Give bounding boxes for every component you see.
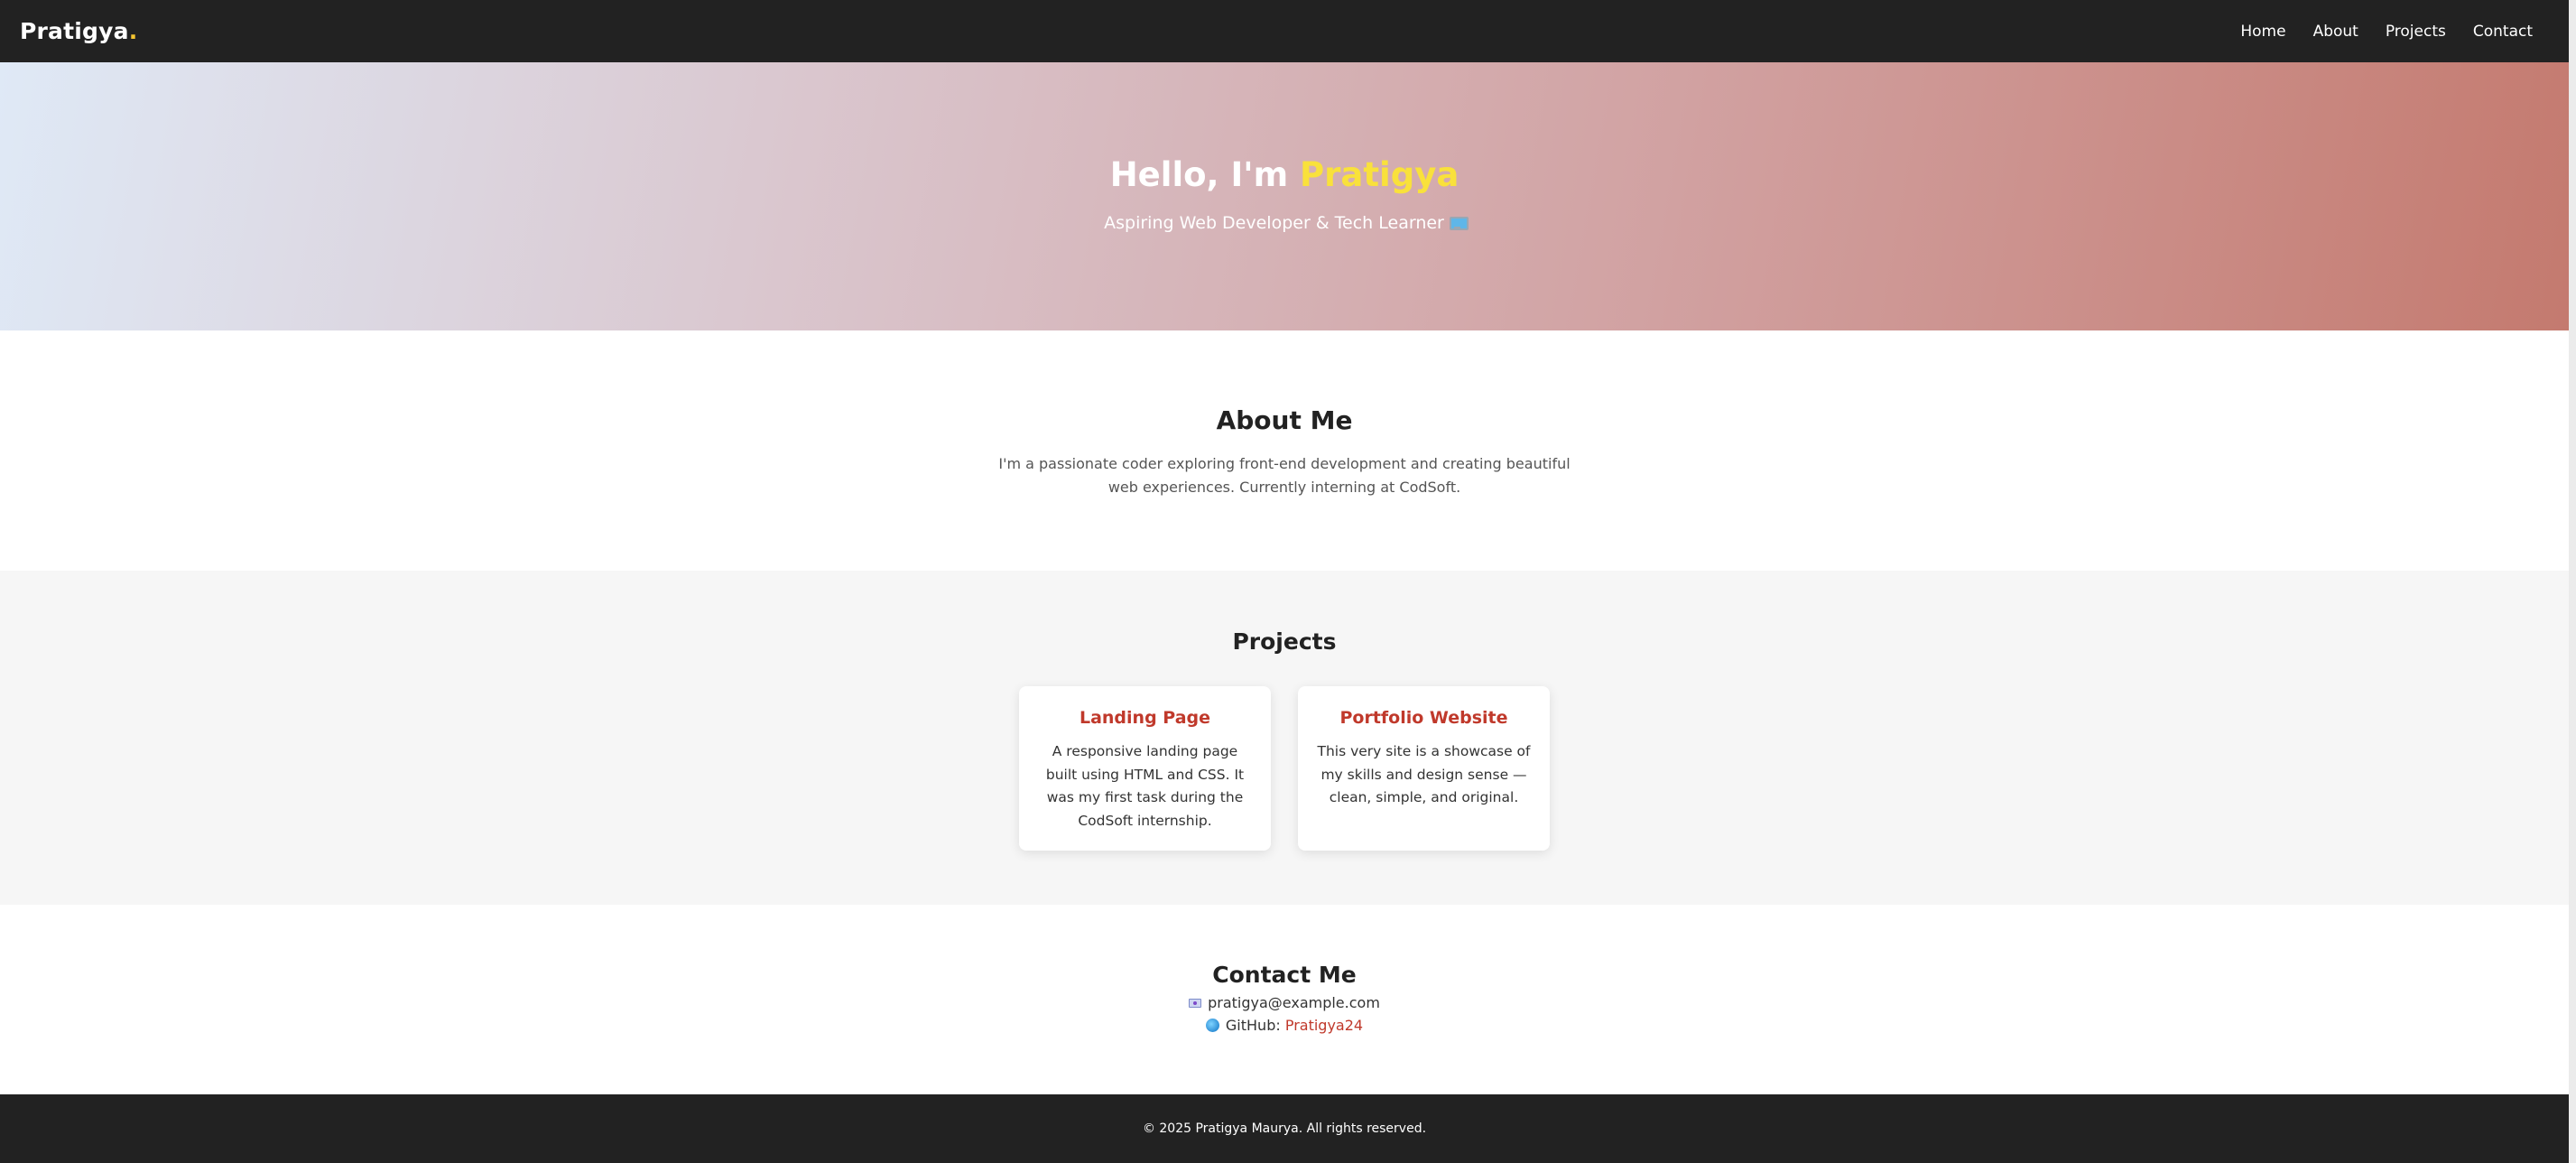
hero-subtitle-text: Aspiring Web Developer & Tech Learner bbox=[1104, 213, 1444, 233]
page-scrollbar[interactable] bbox=[2569, 0, 2576, 1163]
projects-section: Projects Landing Page A responsive landi… bbox=[0, 571, 2569, 905]
contact-title: Contact Me bbox=[1212, 962, 1357, 988]
hero-name: Pratigya bbox=[1300, 155, 1459, 194]
nav-link-about[interactable]: About bbox=[2313, 23, 2358, 41]
computer-icon bbox=[1449, 217, 1469, 230]
email-icon bbox=[1189, 999, 1202, 1008]
about-text: I'm a passionate coder exploring front-e… bbox=[998, 455, 1571, 496]
globe-icon bbox=[1205, 1019, 1219, 1032]
contact-section: Contact Me pratigya@example.com GitHub: … bbox=[0, 905, 2569, 1094]
brand-logo[interactable]: Pratigya. bbox=[20, 18, 137, 44]
nav-link-home[interactable]: Home bbox=[2240, 23, 2285, 41]
project-card-description: This very site is a showcase of my skill… bbox=[1317, 743, 1531, 805]
brand-dot: . bbox=[128, 18, 138, 44]
navbar: Pratigya. Home About Projects Contact bbox=[0, 0, 2569, 62]
github-link[interactable]: Pratigya24 bbox=[1285, 1017, 1363, 1034]
contact-email: pratigya@example.com bbox=[1208, 994, 1380, 1011]
contact-email-line: pratigya@example.com bbox=[0, 994, 2569, 1011]
project-card-description: A responsive landing page built using HT… bbox=[1045, 743, 1245, 829]
project-card-title: Landing Page bbox=[1079, 708, 1211, 728]
footer-text: © 2025 Pratigya Maurya. All rights reser… bbox=[1142, 1121, 1427, 1136]
project-cards: Landing Page A responsive landing page b… bbox=[0, 686, 2569, 851]
project-card-title: Portfolio Website bbox=[1339, 708, 1508, 728]
page: Pratigya. Home About Projects Contact He… bbox=[0, 0, 2576, 1163]
projects-title: Projects bbox=[1232, 628, 1337, 655]
hero-greeting: Hello, I'm bbox=[1109, 155, 1301, 194]
about-section: About Me I'm a passionate coder explorin… bbox=[0, 330, 2569, 571]
project-card-portfolio-website: Portfolio Website This very site is a sh… bbox=[1298, 686, 1550, 851]
nav-link-contact[interactable]: Contact bbox=[2473, 23, 2533, 41]
hero-title: Hello, I'm Pratigya bbox=[0, 155, 2569, 194]
github-label: GitHub: bbox=[1225, 1017, 1285, 1034]
project-card-landing-page: Landing Page A responsive landing page b… bbox=[1019, 686, 1271, 851]
footer: © 2025 Pratigya Maurya. All rights reser… bbox=[0, 1094, 2569, 1163]
nav-links: Home About Projects Contact bbox=[2240, 23, 2533, 41]
hero-section: Hello, I'm Pratigya Aspiring Web Develop… bbox=[0, 62, 2569, 330]
contact-github-line: GitHub: Pratigya24 bbox=[0, 1017, 2569, 1034]
nav-link-projects[interactable]: Projects bbox=[2386, 23, 2446, 41]
brand-name: Pratigya bbox=[20, 18, 129, 44]
about-title: About Me bbox=[1216, 405, 1353, 435]
hero-subtitle: Aspiring Web Developer & Tech Learner bbox=[0, 213, 2569, 233]
